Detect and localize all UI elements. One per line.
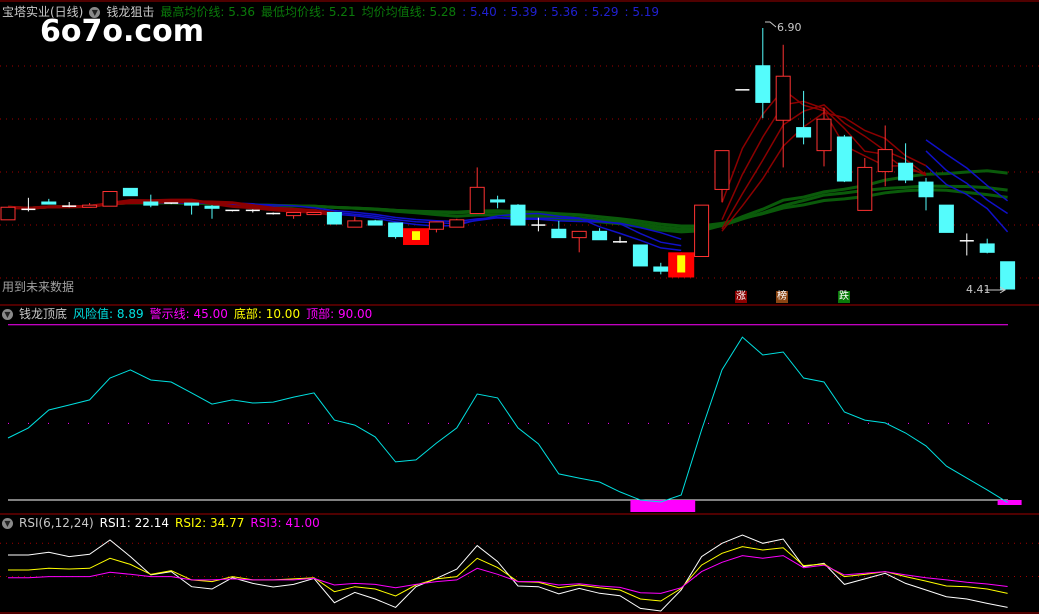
candle-body — [1000, 261, 1016, 290]
blue-value-2: : 5.36 — [543, 5, 578, 19]
candle-body — [388, 222, 404, 238]
rsi1-label: RSI1: — [99, 516, 131, 530]
candle-body — [755, 65, 771, 103]
top-value: 90.00 — [337, 307, 373, 321]
rsi2-readout: RSI2: 34.77 — [175, 516, 244, 530]
bottom-signal-bar — [671, 500, 696, 512]
panel2-title[interactable]: 钱龙顶底 — [19, 307, 67, 321]
candle-body — [877, 149, 893, 173]
high-price-label: 6.90 — [777, 21, 802, 34]
rsi2-value: 34.77 — [210, 516, 245, 530]
risk-readout: 风险值: 8.89 — [73, 307, 144, 321]
marker-list: 榜 — [776, 291, 788, 303]
ma-avg-label: 均价均值线: — [361, 5, 426, 19]
blue-value-0: : 5.40 — [462, 5, 497, 19]
ma-avg-readout: 均价均值线: 5.28 — [362, 5, 457, 19]
candle-body — [367, 220, 383, 226]
candle-body — [0, 206, 16, 221]
candle-body — [184, 202, 200, 206]
candle-body — [428, 221, 444, 230]
bottom-readout: 底部: 10.00 — [234, 307, 300, 321]
candle-body — [592, 230, 608, 241]
candle-body — [490, 199, 506, 203]
blue-value-4: : 5.19 — [624, 5, 660, 19]
warn-value: 45.00 — [193, 307, 228, 321]
candle-body — [347, 220, 363, 228]
future-data-note: 用到未来数据 — [2, 280, 75, 294]
top-readout: 顶部: 90.00 — [306, 307, 372, 321]
candle-body — [857, 166, 873, 211]
candle-body — [694, 204, 710, 258]
ma-low-label: 最低均价线: — [260, 5, 326, 19]
blue-value-3: : 5.29 — [583, 5, 619, 19]
ma-avg-value: 5.28 — [429, 5, 457, 19]
candle-body — [204, 205, 220, 209]
warn-label: 警示线: — [149, 307, 190, 321]
risk-value: 8.89 — [116, 307, 144, 321]
high-arrow — [765, 21, 777, 28]
candle-body — [898, 162, 914, 181]
candle-body — [306, 211, 322, 216]
panel3-menu-icon[interactable]: ▼ — [2, 517, 13, 529]
candle-body — [816, 118, 832, 152]
candle-body — [653, 266, 669, 272]
marker-fall: 跌 — [838, 291, 850, 303]
ma-low-readout: 最低均价线: 5.21 — [261, 5, 356, 19]
ma-low-value: 5.21 — [328, 5, 356, 19]
candle-body — [632, 244, 648, 267]
rsi1-value: 22.14 — [134, 516, 170, 530]
rsi1-readout: RSI1: 22.14 — [100, 516, 169, 530]
candle-body — [326, 211, 342, 225]
top-label: 顶部: — [306, 307, 335, 321]
candle-body — [122, 187, 138, 197]
rsi3-value: 41.00 — [285, 516, 320, 530]
blue-value-1: : 5.39 — [502, 5, 538, 19]
candle-body — [775, 75, 791, 121]
low-price-label: 4.41 — [966, 283, 991, 296]
candle-body — [286, 211, 302, 217]
risk-line — [7, 336, 1008, 503]
rsi2-label: RSI2: — [175, 516, 207, 530]
rsi3-label: RSI3: — [250, 516, 282, 530]
ma-blue-line-6 — [925, 165, 1009, 233]
bottom-label: 底部: — [233, 307, 262, 321]
ma-blue-line-8 — [925, 150, 1009, 215]
candle-body — [102, 191, 118, 207]
candle-body — [836, 136, 852, 182]
candle-body — [449, 219, 465, 228]
candle-body — [143, 201, 159, 206]
limit-up-candle-body — [412, 231, 420, 240]
candle-body — [918, 181, 934, 198]
marker-rise: 涨 — [735, 291, 747, 303]
candle-body — [571, 230, 587, 239]
warn-readout: 警示线: 45.00 — [150, 307, 228, 321]
ma-high-value: 5.36 — [228, 5, 255, 19]
panel3-header: ▼ RSI(6,12,24) RSI1: 22.14 RSI2: 34.77 R… — [2, 516, 320, 530]
candle-body — [979, 243, 995, 253]
candle-body — [551, 228, 567, 239]
candle-body — [41, 201, 57, 205]
bottom-value: 10.00 — [265, 307, 301, 321]
candle-body — [82, 204, 98, 208]
panel2-header: ▼ 钱龙顶底 风险值: 8.89 警示线: 45.00 底部: 10.00 顶部… — [2, 307, 372, 321]
bottom-signal-bar — [997, 500, 1022, 505]
candle-body — [510, 204, 526, 226]
panel2-menu-icon[interactable]: ▼ — [2, 308, 13, 320]
limit-up-candle-body — [677, 255, 686, 273]
candle-body — [938, 204, 954, 233]
panel3-title[interactable]: RSI(6,12,24) — [19, 516, 94, 530]
watermark-logo: 6o7o.com — [40, 14, 205, 49]
candle-body — [469, 186, 485, 215]
candle-body — [714, 150, 730, 190]
risk-label: 风险值: — [73, 307, 114, 321]
candle-body — [796, 127, 812, 138]
rsi3-readout: RSI3: 41.00 — [250, 516, 319, 530]
